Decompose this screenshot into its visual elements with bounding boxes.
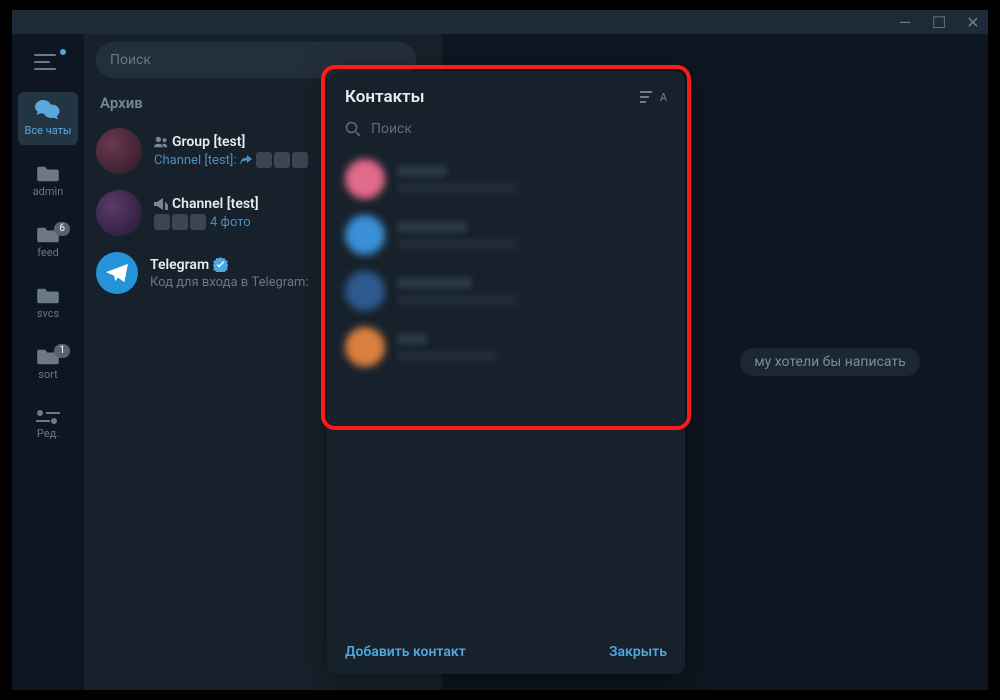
- paper-plane-icon: [106, 263, 128, 283]
- folder-icon: [37, 165, 59, 183]
- contacts-search-input[interactable]: [371, 121, 667, 137]
- folder-badge: 1: [54, 344, 70, 358]
- verified-icon: [213, 257, 228, 272]
- avatar: [96, 252, 138, 294]
- minimize-button[interactable]: —: [898, 15, 912, 29]
- folder-sort[interactable]: 1 sort: [18, 340, 78, 389]
- maximize-button[interactable]: ☐: [932, 15, 946, 29]
- search-placeholder: Поиск: [110, 52, 151, 68]
- group-icon: [154, 136, 168, 148]
- avatar: [345, 159, 385, 199]
- close-dialog-button[interactable]: Закрыть: [609, 644, 667, 660]
- chat-preview: 4 фото: [210, 215, 251, 230]
- folder-badge: 6: [54, 222, 70, 236]
- contact-item[interactable]: [327, 319, 685, 375]
- sort-button[interactable]: A: [640, 90, 667, 104]
- forward-icon: [240, 154, 252, 166]
- chat-preview: Код для входа в Telegram:: [150, 275, 309, 290]
- avatar: [345, 271, 385, 311]
- add-contact-button[interactable]: Добавить контакт: [345, 644, 466, 660]
- folder-label: admin: [33, 185, 64, 198]
- sort-icon: [640, 90, 658, 104]
- contact-item[interactable]: [327, 151, 685, 207]
- contacts-dialog: Контакты A: [327, 71, 685, 674]
- contacts-list: [327, 147, 685, 630]
- dialog-title: Контакты: [345, 87, 425, 107]
- folder-label: svcs: [37, 307, 59, 320]
- chats-icon: [35, 100, 61, 122]
- chat-preview: Channel [test]:: [154, 153, 236, 168]
- folder-all-chats[interactable]: Все чаты: [18, 92, 78, 145]
- avatar: [96, 128, 142, 174]
- avatar: [96, 190, 142, 236]
- chat-name: Group [test]: [172, 134, 245, 150]
- folder-icon: [37, 287, 59, 305]
- close-window-button[interactable]: ✕: [966, 15, 980, 29]
- empty-state-text: му хотели бы написать: [740, 348, 919, 376]
- edit-folders-icon: [36, 409, 60, 425]
- channel-icon: [154, 198, 168, 210]
- folder-label: feed: [37, 246, 59, 259]
- folder-edit[interactable]: Ред.: [18, 401, 78, 448]
- chat-name: Telegram: [150, 257, 209, 273]
- folder-column: Все чаты admin 6 feed svcs 1 sort: [12, 34, 84, 690]
- window-titlebar: — ☐ ✕: [12, 10, 988, 34]
- search-icon: [345, 121, 361, 137]
- folder-svcs[interactable]: svcs: [18, 279, 78, 328]
- folder-label: Все чаты: [25, 124, 72, 137]
- avatar: [345, 327, 385, 367]
- contact-item[interactable]: [327, 263, 685, 319]
- folder-label: Ред.: [37, 427, 59, 440]
- folder-label: sort: [38, 368, 58, 381]
- avatar: [345, 215, 385, 255]
- chat-name: Channel [test]: [172, 196, 259, 212]
- menu-button[interactable]: [34, 52, 62, 72]
- contact-item[interactable]: [327, 207, 685, 263]
- folder-feed[interactable]: 6 feed: [18, 218, 78, 267]
- folder-admin[interactable]: admin: [18, 157, 78, 206]
